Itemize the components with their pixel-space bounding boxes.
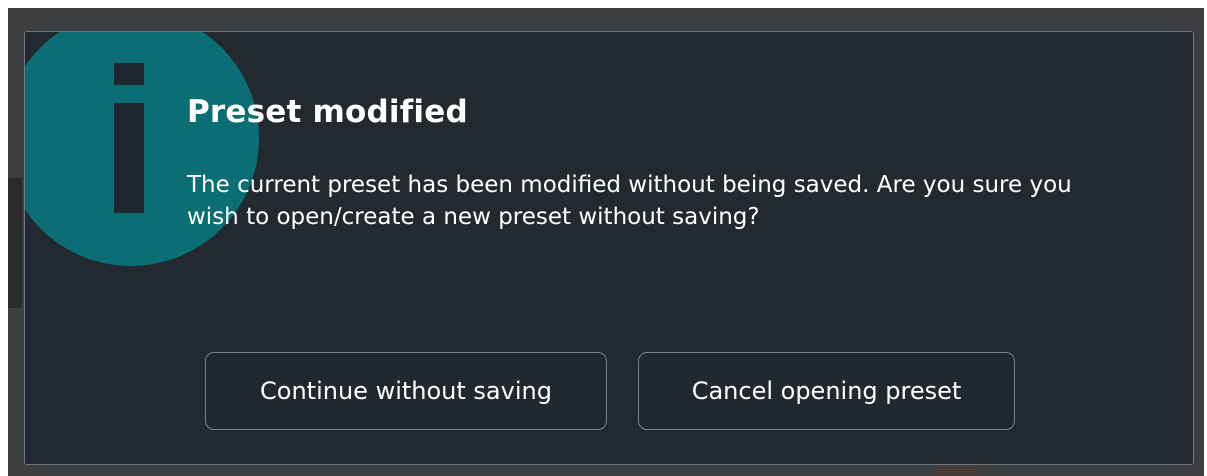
dialog-message: The current preset has been modified wit… bbox=[187, 172, 1072, 230]
cancel-opening-preset-button[interactable]: Cancel opening preset bbox=[638, 352, 1015, 430]
background-window-edge bbox=[938, 466, 978, 476]
continue-without-saving-button[interactable]: Continue without saving bbox=[205, 352, 607, 430]
preset-modified-dialog: Preset modified The current preset has b… bbox=[24, 31, 1194, 465]
dialog-title: Preset modified bbox=[187, 94, 468, 130]
background-window-edge bbox=[8, 178, 22, 308]
